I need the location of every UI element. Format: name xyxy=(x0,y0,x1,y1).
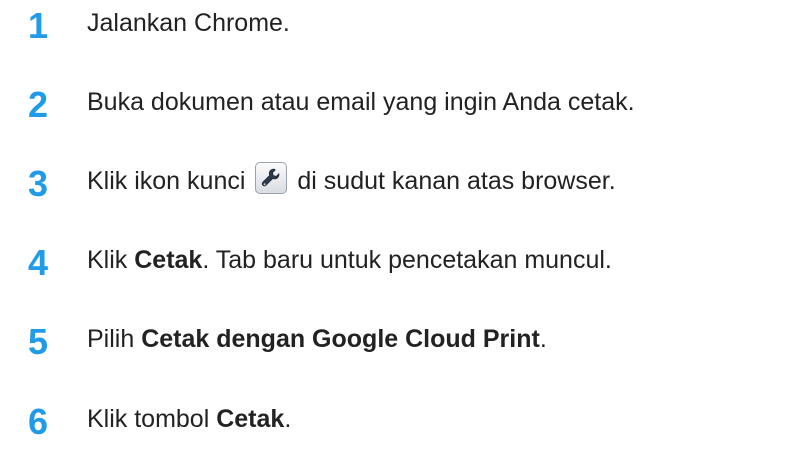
step-text-suffix: . xyxy=(539,325,547,353)
step-text: Klik Cetak. Tab baru untuk pencetakan mu… xyxy=(87,245,612,275)
step-text-prefix: Klik xyxy=(87,246,135,274)
step-5: 5 Pilih Cetak dengan Google Cloud Print. xyxy=(0,316,794,376)
step-3: 3 Klik ikon kunci di sudut kanan atas bro… xyxy=(0,158,794,218)
step-text-before-icon: Klik ikon kunci xyxy=(87,167,246,195)
step-text-bold: Cetak dengan Google Cloud Print xyxy=(141,325,540,353)
step-number: 5 xyxy=(28,321,49,362)
step-text: Klik ikon kunci di sudut kanan atas brows… xyxy=(87,162,616,196)
step-text: Buka dokumen atau email yang ingin Anda … xyxy=(87,88,635,116)
step-text-suffix: . xyxy=(284,405,292,433)
step-6: 6 Klik tombol Cetak. xyxy=(0,396,794,456)
instruction-steps: 1 Jalankan Chrome. 2 Buka dokumen atau e… xyxy=(0,0,794,465)
step-4: 4 Klik Cetak. Tab baru untuk pencetakan … xyxy=(0,237,794,297)
step-text-bold: Cetak xyxy=(216,405,285,433)
step-number: 6 xyxy=(28,401,49,442)
wrench-icon xyxy=(255,162,288,195)
step-text-bold: Cetak xyxy=(134,246,203,274)
step-text: Klik tombol Cetak. xyxy=(87,404,291,434)
step-text: Jalankan Chrome. xyxy=(87,9,290,37)
step-text-prefix: Pilih xyxy=(87,325,142,353)
step-number: 4 xyxy=(28,242,49,283)
step-number: 3 xyxy=(28,163,49,204)
step-text-prefix: Klik tombol xyxy=(87,405,217,433)
step-text: Pilih Cetak dengan Google Cloud Print. xyxy=(87,324,547,354)
step-text-suffix: . Tab baru untuk pencetakan muncul. xyxy=(202,246,612,274)
step-number: 1 xyxy=(28,5,49,46)
step-number: 2 xyxy=(28,84,49,125)
step-2: 2 Buka dokumen atau email yang ingin And… xyxy=(0,79,794,139)
step-text-after-icon: di sudut kanan atas browser. xyxy=(297,167,616,195)
step-1: 1 Jalankan Chrome. xyxy=(0,0,794,60)
